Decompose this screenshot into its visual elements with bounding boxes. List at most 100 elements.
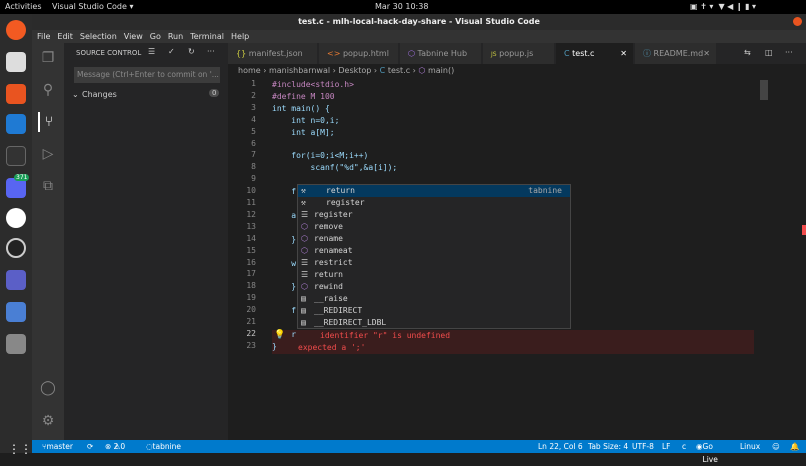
code-line[interactable]: int main() { [272, 103, 330, 114]
code-line[interactable]: } [272, 234, 296, 245]
disk-icon[interactable] [6, 334, 26, 354]
minimap[interactable] [760, 80, 768, 100]
account-icon[interactable]: ◯ [38, 378, 58, 398]
code-line[interactable] [272, 293, 291, 304]
suggestion-item[interactable]: ⬡renameat [298, 245, 570, 257]
app-menu[interactable]: Visual Studio Code ▾ [52, 2, 134, 11]
code-line[interactable]: int n=0,i; [272, 115, 339, 126]
tab-tabnine-hub[interactable]: ⬡ Tabnine Hub [400, 43, 482, 64]
close-tab-icon[interactable]: ✕ [703, 43, 710, 64]
language-mode[interactable]: c [682, 440, 686, 453]
split-editor-icon[interactable]: ◫ [765, 48, 773, 57]
tab-test-c[interactable]: C test.c✕ [556, 43, 634, 64]
system-tray-icons[interactable]: ▣ ✝ ▾ ▼ ◀ ❙ ▮ ▾ [690, 2, 756, 11]
clock[interactable]: Mar 30 10:38 [375, 2, 428, 11]
suggestion-item[interactable]: ☰restrict [298, 257, 570, 269]
tab-popup-html[interactable]: <> popup.html [319, 43, 399, 64]
code-line[interactable] [272, 198, 291, 209]
suggestion-item[interactable]: ▤__REDIRECT_LDBL [298, 317, 570, 329]
code-line[interactable]: f [272, 305, 296, 316]
menu-selection[interactable]: Selection [80, 32, 117, 41]
close-tab-icon[interactable]: ✕ [620, 43, 627, 64]
screenshot-icon[interactable] [6, 302, 26, 322]
os-config[interactable]: Linux [740, 440, 760, 453]
brave-browser-icon[interactable] [6, 20, 26, 40]
tab-size[interactable]: Tab Size: 4 [588, 440, 628, 453]
suggestion-item[interactable]: ⚒register [298, 197, 570, 209]
suggestion-item[interactable]: ☰register [298, 209, 570, 221]
sync-icon[interactable]: ⟳ [87, 440, 93, 453]
files-icon[interactable] [6, 52, 26, 72]
breadcrumb-desktop[interactable]: Desktop [338, 66, 371, 75]
discord-icon[interactable] [6, 178, 26, 198]
code-line[interactable]: scanf("%d",&a[i]); [272, 162, 397, 173]
breadcrumb-user[interactable]: manishbarnwal [269, 66, 330, 75]
problems-status[interactable]: ⊗ 2 ⚠ 0 [105, 440, 120, 453]
encoding[interactable]: UTF-8 [632, 440, 654, 453]
code-line[interactable]: a [272, 210, 296, 221]
commit-icon[interactable]: ✓ [168, 47, 175, 56]
code-line[interactable]: int a[M]; [272, 127, 335, 138]
tab-readme-md[interactable]: ⓘ README.md✕ [635, 43, 717, 64]
code-line[interactable] [272, 269, 291, 280]
extensions-icon[interactable]: ⧉ [38, 176, 58, 196]
more-actions-icon[interactable]: ··· [207, 47, 215, 56]
suggestion-item[interactable]: ⚒returntabnine [298, 185, 570, 197]
code-line[interactable]: } [272, 281, 296, 292]
webstorm-icon[interactable] [6, 208, 26, 228]
source-control-icon[interactable]: ⑂ [38, 112, 58, 132]
terminal-icon[interactable] [6, 146, 26, 166]
code-line[interactable]: f [272, 186, 296, 197]
tab-popup-js[interactable]: JS popup.js [483, 43, 555, 64]
suggestion-item[interactable]: ⬡remove [298, 221, 570, 233]
code-line[interactable]: for(i=0;i<M;i++) [272, 150, 368, 161]
code-line[interactable]: #define M 100 [272, 91, 335, 102]
close-window-icon[interactable] [793, 17, 802, 26]
menu-help[interactable]: Help [231, 32, 249, 41]
breadcrumb-file[interactable]: test.c [388, 66, 410, 75]
menu-file[interactable]: File [37, 32, 50, 41]
feedback-icon[interactable]: ☺ [772, 440, 780, 453]
cursor-position[interactable]: Ln 22, Col 6 [538, 440, 583, 453]
changes-label[interactable]: Changes [82, 90, 117, 99]
tab-manifest-json[interactable]: {} manifest.json [228, 43, 318, 64]
obs-icon[interactable] [6, 238, 26, 258]
more-actions-icon[interactable]: ··· [785, 48, 793, 57]
suggestion-item[interactable]: ⬡rewind [298, 281, 570, 293]
run-debug-icon[interactable]: ▷ [38, 144, 58, 164]
suggestion-item[interactable]: ⬡rename [298, 233, 570, 245]
view-as-tree-icon[interactable]: ☰ [148, 47, 155, 56]
commit-message-input[interactable]: Message (Ctrl+Enter to commit on '... [74, 67, 220, 83]
code-line[interactable] [272, 246, 291, 257]
breadcrumb-home[interactable]: home [238, 66, 261, 75]
menu-run[interactable]: Run [168, 32, 183, 41]
chevron-down-icon[interactable]: ⌄ [72, 90, 79, 99]
go-live-button[interactable]: ◉ Go Live [696, 440, 703, 453]
explorer-icon[interactable]: ❐ [38, 48, 58, 68]
suggestion-item[interactable]: ▤__raise [298, 293, 570, 305]
vscode-icon[interactable] [6, 114, 26, 134]
search-icon[interactable]: ⚲ [38, 80, 58, 100]
refresh-icon[interactable]: ↻ [188, 47, 195, 56]
code-line[interactable] [272, 222, 291, 233]
activities-button[interactable]: Activities [5, 2, 42, 11]
teams-icon[interactable] [6, 270, 26, 290]
lightbulb-icon[interactable]: 💡 [274, 330, 285, 340]
open-changes-icon[interactable]: ⇆ [744, 48, 751, 57]
menu-terminal[interactable]: Terminal [190, 32, 224, 41]
suggestion-item[interactable]: ▤__REDIRECT [298, 305, 570, 317]
code-line[interactable] [272, 317, 291, 328]
gear-icon[interactable]: ⚙ [38, 411, 58, 431]
code-line[interactable]: #include<stdio.h> [272, 79, 354, 90]
software-center-icon[interactable] [6, 84, 26, 104]
breadcrumb-symbol[interactable]: main() [428, 66, 454, 75]
branch-status[interactable]: ⑂ master [42, 440, 47, 453]
menu-view[interactable]: View [124, 32, 143, 41]
menu-edit[interactable]: Edit [57, 32, 73, 41]
tabnine-status[interactable]: ◌ tabnine [146, 440, 153, 453]
suggestion-item[interactable]: ☰return [298, 269, 570, 281]
eol[interactable]: LF [662, 440, 671, 453]
menu-go[interactable]: Go [150, 32, 161, 41]
notifications-icon[interactable]: 🔔 [790, 440, 799, 453]
code-line[interactable]: w [272, 258, 296, 269]
